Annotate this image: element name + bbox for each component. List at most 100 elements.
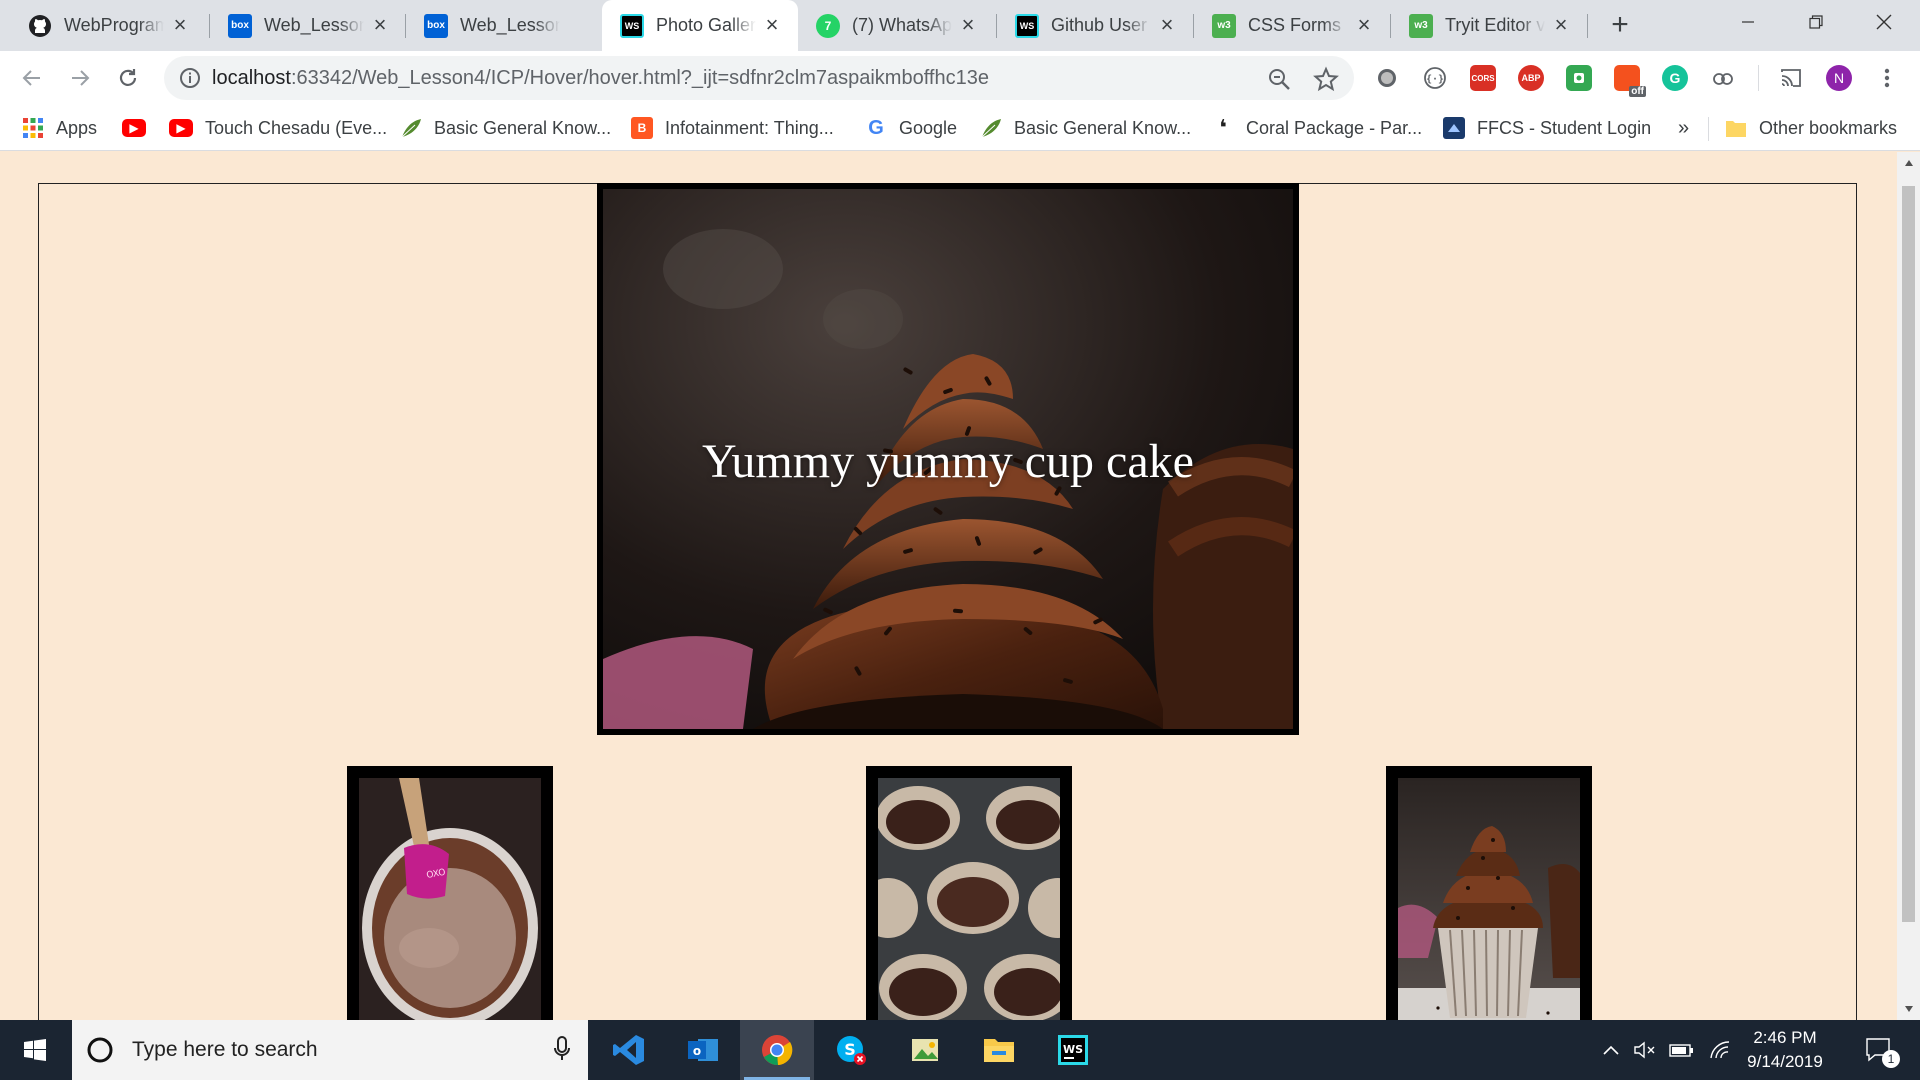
hero-photo[interactable]: Yummy yummy cup cake (597, 183, 1299, 735)
thumbnail-cupcake-liners[interactable] (866, 766, 1072, 1020)
site-info-icon[interactable] (178, 66, 202, 90)
tab-title: Github User (1051, 15, 1148, 35)
bookmark-youtube[interactable]: ▶ (122, 105, 146, 151)
microphone-icon[interactable] (554, 1036, 570, 1067)
thumbnail-batter-bowl[interactable]: OXO (347, 766, 553, 1020)
taskbar-search-box[interactable]: Type here to search (72, 1020, 588, 1080)
bookmark-basic-general-knowledge[interactable]: Basic General Know... (400, 105, 611, 151)
box-icon: box (228, 13, 252, 38)
tab-title: Web_Lesson4 (460, 15, 560, 35)
bookmark-coral-package[interactable]: ❛ Coral Package - Par... (1212, 105, 1422, 151)
close-tab-icon[interactable]: × (956, 13, 980, 37)
photo-app-icon[interactable] (888, 1020, 962, 1080)
w3schools-icon: w3 (1212, 13, 1236, 38)
bookmark-touch-chesadu[interactable]: ▶ Touch Chesadu (Eve... (169, 105, 387, 151)
close-window-button[interactable] (1850, 0, 1918, 44)
cors-extension-icon[interactable]: CORS (1470, 65, 1496, 91)
bookmark-label: Infotainment: Thing... (665, 117, 834, 138)
volume-muted-icon[interactable] (1630, 1020, 1660, 1080)
bookmark-label: Touch Chesadu (Eve... (205, 117, 388, 138)
close-tab-icon[interactable]: × (1352, 13, 1376, 37)
leaf-icon (980, 117, 1002, 139)
zoom-icon[interactable] (1266, 66, 1292, 92)
clock-time: 2:46 PM (1753, 1028, 1817, 1047)
disc-extension-icon[interactable] (1374, 65, 1400, 91)
close-tab-icon[interactable]: × (168, 13, 192, 37)
back-button[interactable] (14, 60, 50, 96)
bookmark-google[interactable]: G Google (865, 105, 957, 151)
windows-taskbar: Type here to search o S WS 2:46 PM 9/14/… (0, 1020, 1920, 1080)
close-tab-icon[interactable]: × (368, 13, 392, 37)
profile-avatar[interactable]: N (1826, 65, 1852, 91)
bookmark-infotainment[interactable]: B Infotainment: Thing... (631, 105, 834, 151)
bookmark-label: Google (899, 117, 958, 138)
taskbar-search-placeholder: Type here to search (132, 1038, 318, 1061)
adblock-plus-icon[interactable]: ABP (1518, 65, 1544, 91)
tab-web-lesson4-2[interactable]: box Web_Lesson4 (406, 0, 602, 51)
url-host: localhost (212, 67, 291, 89)
chrome-menu-icon[interactable] (1874, 65, 1900, 91)
tab-tryit-editor[interactable]: w3 Tryit Editor v3.6 × (1391, 0, 1587, 51)
new-tab-button[interactable]: + (1604, 10, 1636, 42)
battery-icon[interactable] (1666, 1020, 1698, 1080)
apps-grid-icon (22, 117, 44, 139)
scrollbar-thumb[interactable] (1902, 186, 1915, 922)
whatsapp-icon: 7 (816, 13, 840, 38)
url-text[interactable]: localhost:63342/Web_Lesson4/ICP/Hover/ho… (212, 67, 989, 90)
close-tab-icon[interactable]: × (1549, 13, 1573, 37)
page-scrollbar[interactable] (1897, 152, 1920, 1020)
tab-github-user[interactable]: WS Github User × (997, 0, 1193, 51)
tab-webprogramming[interactable]: WebProgramming × (10, 0, 206, 51)
tab-web-lesson4[interactable]: box Web_Lesson4 × (210, 0, 406, 51)
browser-toolbar: localhost:63342/Web_Lesson4/ICP/Hover/ho… (0, 51, 1920, 105)
html-off-extension-icon[interactable]: off (1614, 65, 1646, 97)
outlook-icon[interactable]: o (666, 1020, 740, 1080)
show-hidden-icons[interactable] (1596, 1020, 1626, 1080)
bookmark-label: Basic General Know... (434, 117, 612, 138)
webstorm-icon: WS (1015, 13, 1039, 38)
blogger-icon: B (631, 117, 653, 139)
chrome-icon[interactable] (740, 1020, 814, 1080)
svg-text:o: o (693, 1044, 701, 1058)
tab-whatsapp[interactable]: 7 (7) WhatsApp × (798, 0, 994, 51)
bookmark-star-icon[interactable] (1313, 66, 1339, 92)
grammarly-icon[interactable]: G (1662, 65, 1688, 91)
bookmark-basic-general-knowledge-2[interactable]: Basic General Know... (980, 105, 1191, 151)
green-extension-icon[interactable] (1566, 65, 1592, 91)
tab-title: WebProgramming (64, 15, 164, 35)
scroll-down-arrow-icon[interactable] (1897, 998, 1920, 1020)
bookmarks-divider (1708, 117, 1709, 141)
minimize-button[interactable] (1714, 0, 1782, 44)
code-extension-icon[interactable]: {·} (1422, 65, 1448, 91)
start-button[interactable] (0, 1020, 70, 1080)
more-bookmarks-button[interactable]: » (1678, 105, 1689, 151)
address-bar[interactable]: localhost:63342/Web_Lesson4/ICP/Hover/ho… (164, 56, 1354, 100)
notifications-icon[interactable]: 1 (1854, 1020, 1904, 1080)
webstorm-icon: WS (620, 13, 644, 38)
tab-css-forms[interactable]: w3 CSS Forms × (1194, 0, 1390, 51)
skype-icon[interactable]: S (814, 1020, 888, 1080)
leaf-icon (400, 117, 422, 139)
restore-button[interactable] (1782, 0, 1850, 44)
tab-photo-gallery[interactable]: WS Photo Gallery × (602, 0, 798, 51)
cupcake-image: Yummy yummy cup cake (603, 189, 1293, 729)
tab-strip: WebProgramming × box Web_Lesson4 × box W… (0, 0, 1920, 51)
taskbar-clock[interactable]: 2:46 PM 9/14/2019 (1720, 1026, 1850, 1074)
thumbnail-chocolate-cupcake[interactable] (1386, 766, 1592, 1020)
bookmark-apps[interactable]: Apps (22, 105, 97, 151)
other-bookmarks-label: Other bookmarks (1759, 117, 1898, 138)
forward-button[interactable] (62, 60, 98, 96)
link-extension-icon[interactable] (1710, 65, 1736, 91)
bookmark-ffcs-student-login[interactable]: FFCS - Student Login (1443, 105, 1651, 151)
cast-icon[interactable] (1778, 65, 1804, 91)
reload-button[interactable] (110, 60, 146, 96)
webstorm-icon[interactable]: WS (1036, 1020, 1110, 1080)
vscode-icon[interactable] (592, 1020, 666, 1080)
other-bookmarks[interactable]: Other bookmarks (1725, 105, 1897, 151)
file-explorer-icon[interactable] (962, 1020, 1036, 1080)
cupcake-liners-image (878, 778, 1060, 1020)
close-tab-icon[interactable]: × (1155, 13, 1179, 37)
close-tab-icon[interactable]: × (760, 13, 784, 37)
tab-title: (7) WhatsApp (852, 15, 952, 35)
scroll-up-arrow-icon[interactable] (1897, 152, 1920, 174)
